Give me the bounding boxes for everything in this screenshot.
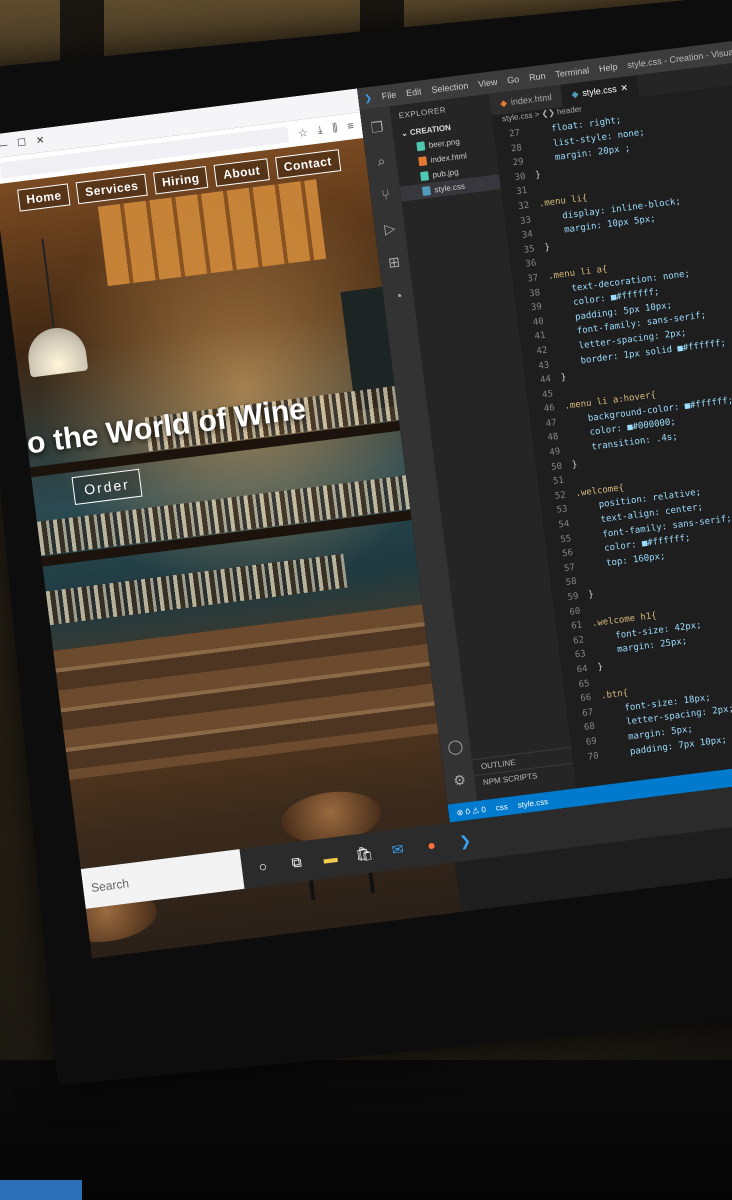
close-tab-icon[interactable]: ✕ [620, 82, 629, 94]
css-file-icon [421, 186, 432, 196]
extensions-icon[interactable]: ⊞ [384, 252, 404, 272]
bottle-row [45, 553, 348, 626]
html-file-icon: ◆ [499, 97, 508, 109]
menu-go[interactable]: Go [507, 74, 520, 85]
file-name: index.html [430, 151, 468, 165]
download-icon[interactable]: ⤓ [317, 124, 323, 138]
code-text: border: 1px solid ■# [611, 760, 732, 764]
maximize-icon[interactable]: ☐ [17, 137, 27, 149]
file-name: pub.jpg [431, 167, 460, 180]
language-mode[interactable]: css [495, 802, 508, 812]
menu-selection[interactable]: Selection [431, 80, 469, 95]
library-icon[interactable]: ⫼ [332, 122, 339, 136]
account-icon[interactable]: ◯ [445, 736, 465, 756]
code-line[interactable]: 73} [577, 761, 732, 765]
image-file-icon [420, 171, 430, 182]
lamp-cord [41, 238, 55, 331]
menu-icon[interactable]: ≡ [347, 120, 355, 133]
order-button[interactable]: Order [71, 468, 143, 506]
nav-home-button[interactable]: Home [17, 183, 71, 212]
tab-label: index.html [510, 92, 553, 108]
file-name: style.css [433, 181, 466, 195]
file-explorer-icon[interactable]: ▬ [316, 843, 345, 872]
bar-counter [53, 604, 439, 780]
remote-icon[interactable]: ◔ [388, 286, 408, 306]
menu-file[interactable]: File [381, 90, 397, 102]
active-file-name: style.css [517, 796, 549, 810]
nav-about-button[interactable]: About [213, 158, 270, 187]
task-view-icon[interactable]: ⧉ [282, 848, 311, 877]
file-name: beer.png [428, 136, 461, 150]
source-control-icon[interactable]: ⑂ [376, 185, 396, 205]
html-file-icon [418, 156, 428, 167]
menu-view[interactable]: View [477, 77, 497, 89]
vscode-taskbar-icon[interactable]: ❯ [451, 826, 480, 855]
monitor-stand [0, 1060, 732, 1200]
nav-services-button[interactable]: Services [75, 173, 148, 205]
image-file-icon [416, 141, 426, 152]
menu-help[interactable]: Help [598, 62, 618, 74]
run-debug-icon[interactable]: ▷ [380, 218, 400, 238]
code-text: } [543, 242, 551, 253]
explorer-icon[interactable]: ❐ [367, 117, 387, 137]
menu-terminal[interactable]: Terminal [555, 65, 590, 79]
problems-indicator[interactable]: ⊗ 0 ⚠ 0 [456, 804, 486, 817]
pendant-lamp [24, 324, 89, 378]
tab-label: style.css [581, 83, 618, 99]
mail-icon[interactable]: ✉ [383, 835, 412, 864]
code-text: } [560, 372, 568, 384]
firefox-icon[interactable]: ● [417, 830, 446, 859]
settings-gear-icon[interactable]: ⚙ [449, 770, 469, 790]
minimize-icon[interactable]: — [0, 139, 8, 151]
vscode-logo-icon: ❯ [363, 92, 373, 104]
monitor-screen: — ☐ ✕ ☆ ⤓ ⫼ ≡ Home Services Hiring About… [0, 37, 732, 959]
bookmark-icon[interactable]: ☆ [297, 125, 308, 139]
nav-contact-button[interactable]: Contact [274, 149, 342, 180]
code-text: } [596, 662, 604, 673]
nav-hiring-button[interactable]: Hiring [152, 165, 209, 195]
code-text: } [534, 169, 542, 181]
sidebar-bottom-sections: OUTLINE NPM SCRIPTS [472, 746, 576, 792]
close-icon[interactable]: ✕ [35, 135, 45, 147]
store-icon[interactable]: 🛍 [349, 839, 378, 868]
search-icon[interactable]: ⌕ [371, 151, 391, 171]
code-text: } [571, 459, 578, 471]
code-text: } [587, 589, 595, 601]
menu-edit[interactable]: Edit [406, 86, 423, 98]
desk-object [0, 1180, 82, 1200]
cortana-icon[interactable]: ○ [248, 852, 277, 881]
menu-run[interactable]: Run [528, 71, 546, 83]
css-file-icon: ◆ [570, 88, 579, 100]
